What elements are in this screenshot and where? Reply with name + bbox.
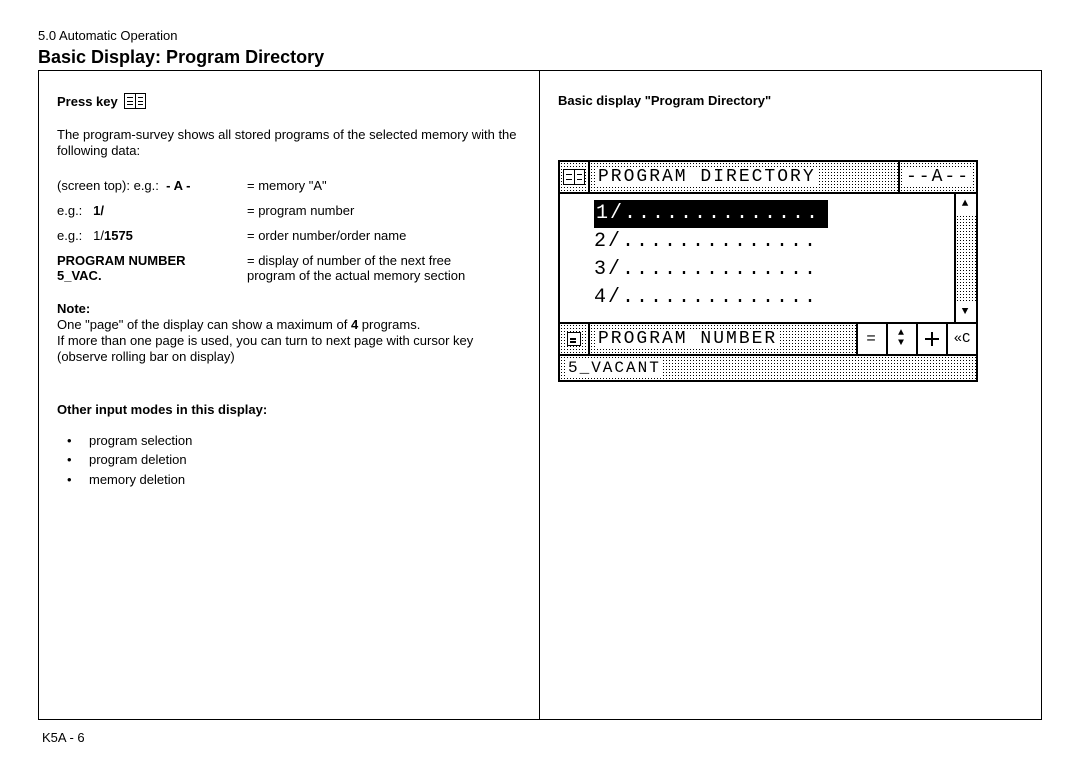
modes-heading: Other input modes in this display: <box>57 402 521 417</box>
nav-button[interactable] <box>916 324 946 354</box>
list-item[interactable]: 3/.............. <box>594 256 954 284</box>
def-key-prognum: e.g.: 1/ <box>57 203 247 218</box>
screen-title: PROGRAM DIRECTORY <box>590 162 898 192</box>
program-number-label: PROGRAM NUMBER <box>57 253 247 268</box>
directory-key-icon <box>124 93 146 109</box>
vacant-label: 5_VACANT <box>560 356 976 380</box>
program-list: 1/.............. 2/.............. 3/....… <box>560 194 954 322</box>
intro-text: The program-survey shows all stored prog… <box>57 127 521 160</box>
definition-grid: (screen top): e.g.: - A - = memory "A" e… <box>57 178 521 283</box>
equals-button[interactable]: = <box>856 324 886 354</box>
screen-caption: Basic display "Program Directory" <box>558 93 1023 108</box>
note-line-1: One "page" of the display can show a max… <box>57 317 521 333</box>
note-line-3: (observe rolling bar on display) <box>57 349 521 365</box>
right-column: Basic display "Program Directory" PROGRA… <box>540 71 1041 719</box>
mode-item: memory deletion <box>63 470 521 490</box>
content-frame: Press key The program-survey shows all s… <box>38 70 1042 720</box>
def-val-order: = order number/order name <box>247 228 521 243</box>
page-title: Basic Display: Program Directory <box>38 47 1042 68</box>
def-val-memory: = memory "A" <box>247 178 521 193</box>
mode-item: program selection <box>63 431 521 451</box>
cross-icon <box>924 331 940 347</box>
page-footer: K5A - 6 <box>42 730 85 745</box>
scroll-up-icon[interactable]: ▲ <box>956 194 976 214</box>
press-key-label: Press key <box>57 94 118 109</box>
note-heading: Note: <box>57 301 521 317</box>
note-line-2: If more than one page is used, you can t… <box>57 333 521 349</box>
clear-button[interactable]: «C <box>946 324 976 354</box>
updown-button[interactable]: ▲▼ <box>886 324 916 354</box>
vac-desc-1: = display of number of the next free <box>247 253 521 268</box>
list-item[interactable]: 2/.............. <box>594 228 954 256</box>
vac-label: 5_VAC. <box>57 268 247 283</box>
prompt-label: PROGRAM NUMBER <box>590 324 856 354</box>
memory-indicator: --A-- <box>898 162 976 192</box>
list-item-selected[interactable]: 1/.............. <box>594 200 828 228</box>
def-key-memory: (screen top): e.g.: - A - <box>57 178 247 193</box>
def-val-prognum: = program number <box>247 203 521 218</box>
list-item[interactable]: 4/.............. <box>594 284 954 312</box>
input-icon <box>560 324 590 354</box>
left-column: Press key The program-survey shows all s… <box>39 71 540 719</box>
chapter-label: 5.0 Automatic Operation <box>38 28 1042 43</box>
mode-item: program deletion <box>63 450 521 470</box>
vac-desc-2: program of the actual memory section <box>247 268 521 283</box>
modes-list: program selection program deletion memor… <box>57 431 521 490</box>
scrollbar[interactable]: ▲ ▼ <box>954 194 976 322</box>
device-screen: PROGRAM DIRECTORY --A-- 1/..............… <box>558 160 978 382</box>
directory-icon <box>560 162 590 192</box>
scroll-down-icon[interactable]: ▼ <box>956 302 976 322</box>
def-key-order: e.g.: 1/1575 <box>57 228 247 243</box>
